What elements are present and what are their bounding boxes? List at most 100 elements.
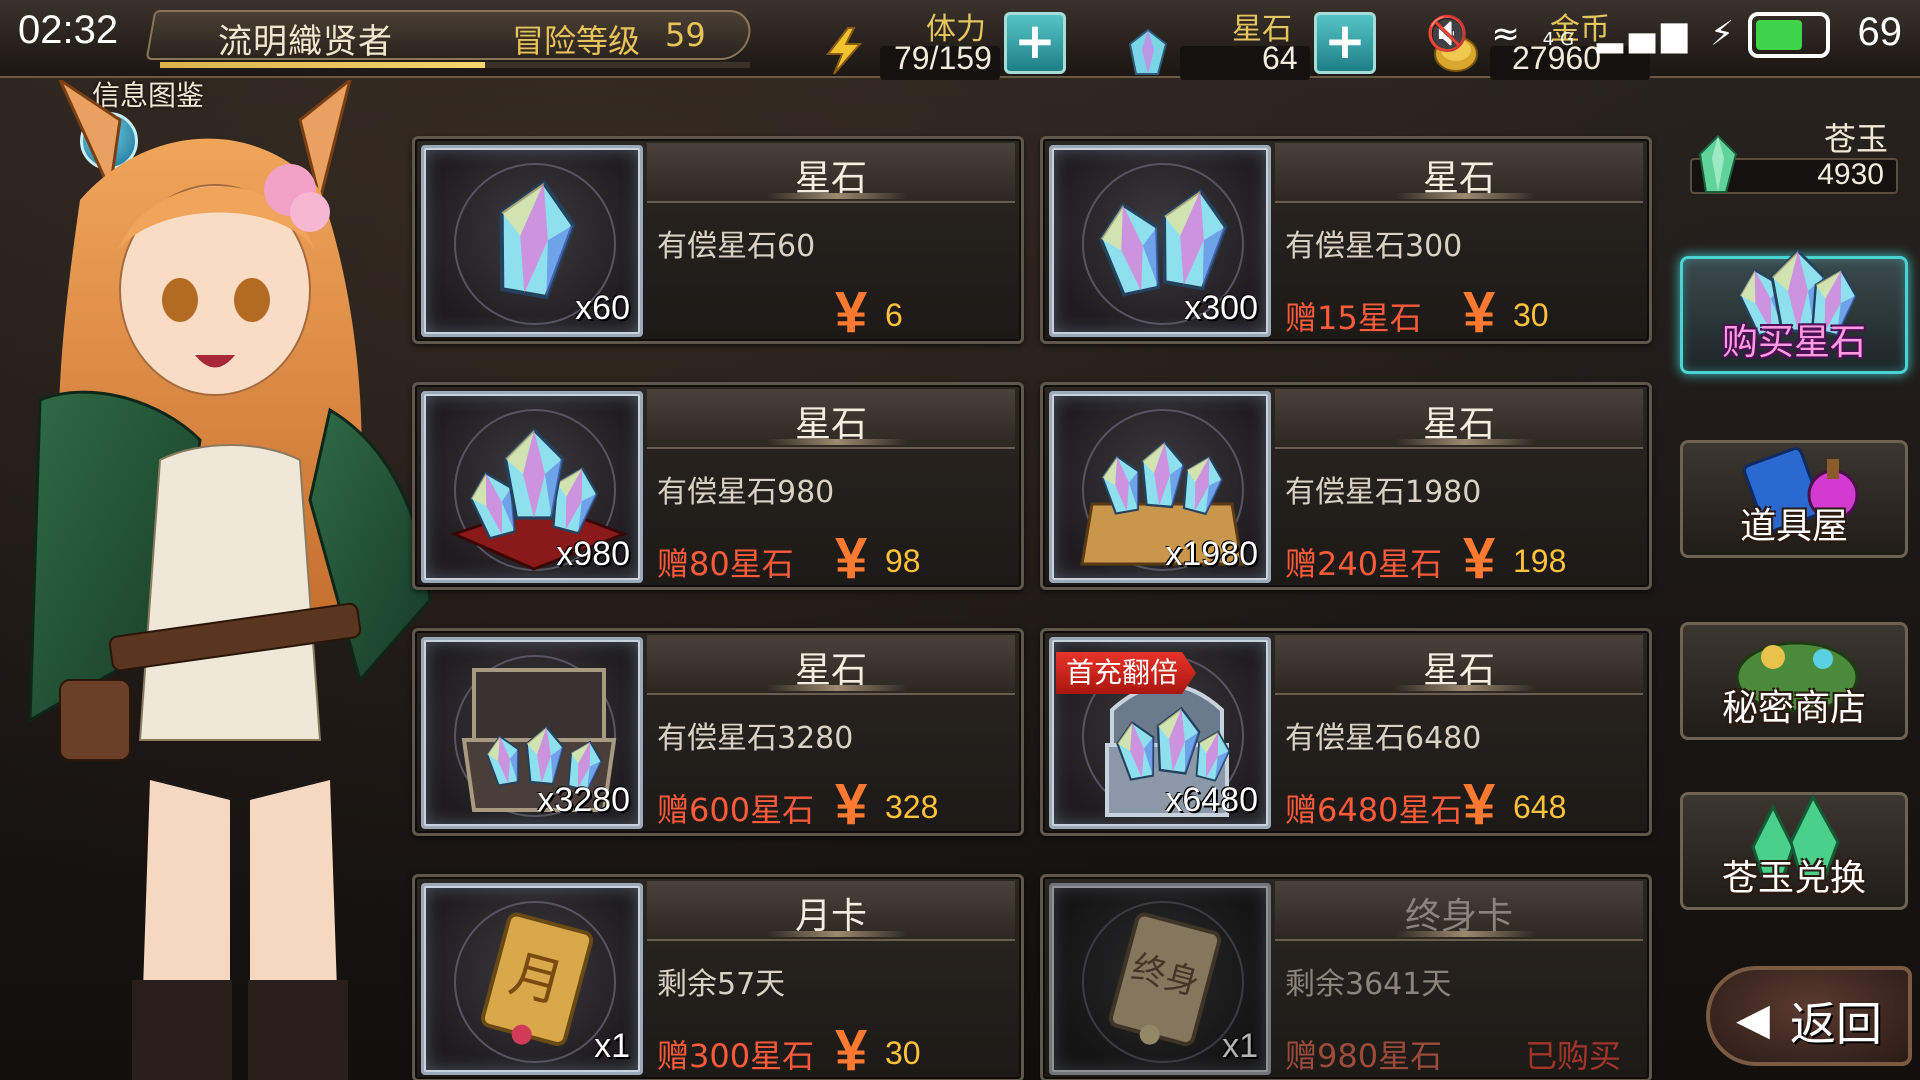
card-quantity: x6480	[1165, 781, 1258, 819]
card-bonus: 赠80星石	[657, 545, 794, 583]
clock: 02:32	[18, 8, 119, 52]
yen-icon: ¥	[835, 1018, 868, 1080]
card-quantity: x60	[575, 289, 630, 327]
card-description: 剩余3641天	[1285, 967, 1452, 1002]
title-ornament	[1395, 439, 1535, 445]
level-value: 59	[665, 16, 706, 54]
side-menu-item[interactable]: 购买星石	[1680, 248, 1908, 374]
card-description: 有偿星石300	[1285, 229, 1463, 264]
card-thumbnail: x980	[421, 391, 643, 583]
side-menu-item[interactable]: 道具屋	[1680, 440, 1908, 558]
mute-icon: 🔇	[1426, 14, 1475, 54]
card-price: 198	[1513, 543, 1567, 579]
shop-card[interactable]: x60 星石 有偿星石60 ¥ 6	[412, 136, 1024, 345]
side-menu-label: 苍玉兑换	[1721, 858, 1866, 899]
card-quantity: x1	[594, 1027, 630, 1065]
jade-value: 4930	[1817, 158, 1884, 191]
shop-card[interactable]: x1980 星石 有偿星石1980 赠240星石 ¥ 198	[1040, 382, 1652, 591]
card-thumbnail: x60	[421, 145, 643, 337]
yen-icon: ¥	[835, 280, 868, 345]
add-star-stone-button[interactable]: +	[1314, 12, 1376, 74]
exp-bar-fill	[160, 62, 485, 68]
side-menu-item[interactable]: 秘密商店	[1680, 622, 1908, 740]
card-bonus: 赠600星石	[657, 791, 815, 829]
character-illustration	[28, 80, 432, 1080]
card-bonus: 赠6480星石	[1285, 791, 1463, 829]
card-thumbnail: 月 x1	[421, 883, 643, 1075]
yen-icon: ¥	[1463, 280, 1496, 345]
signal-icon: ▂▄▆	[1596, 14, 1694, 54]
battery-icon	[1748, 12, 1830, 58]
star-stone-icon	[1128, 28, 1168, 75]
card-thumbnail: 终身 x1	[1049, 883, 1271, 1075]
card-quantity: x3280	[537, 781, 630, 819]
battery-level	[1756, 20, 1802, 50]
card-quantity: x1	[1222, 1027, 1258, 1065]
card-price: 648	[1513, 789, 1567, 825]
card-quantity: x1980	[1165, 535, 1258, 573]
card-bonus: 赠240星石	[1285, 545, 1443, 583]
stamina-value: 79/159	[894, 40, 992, 76]
card-description: 有偿星石60	[657, 229, 816, 264]
charging-icon: ⚡	[1710, 14, 1740, 54]
shop-card[interactable]: x300 星石 有偿星石300 赠15星石 ¥ 30	[1040, 136, 1652, 345]
level-label: 冒险等级	[512, 22, 641, 60]
purchased-status: 已购买	[1524, 1037, 1621, 1075]
card-description: 有偿星石3280	[657, 721, 854, 756]
title-ornament	[767, 685, 907, 691]
card-description: 剩余57天	[657, 967, 786, 1002]
star-stone-value: 64	[1262, 40, 1298, 76]
card-thumbnail: x3280	[421, 637, 643, 829]
first-purchase-badge: 首充翻倍	[1056, 652, 1197, 694]
add-stamina-button[interactable]: +	[1004, 12, 1066, 74]
side-menu-label: 购买星石	[1721, 322, 1866, 363]
network-type: 4G	[1542, 29, 1581, 50]
card-description: 有偿星石1980	[1285, 475, 1482, 510]
yen-icon: ¥	[1463, 526, 1496, 591]
card-price: 328	[885, 789, 939, 825]
title-ornament	[767, 439, 907, 445]
card-price: 6	[885, 297, 903, 333]
yen-icon: ¥	[835, 772, 868, 837]
shop-card[interactable]: x3280 星石 有偿星石3280 赠600星石 ¥ 328	[412, 628, 1024, 837]
title-ornament	[767, 931, 907, 937]
shop-card[interactable]: 终身 x1 终身卡 剩余3641天 赠980星石 已购买	[1040, 874, 1652, 1080]
card-thumbnail: 首充翻倍 x6480	[1049, 637, 1271, 829]
card-price: 30	[1513, 297, 1549, 333]
card-price: 30	[885, 1035, 921, 1071]
lightning-icon	[825, 27, 863, 75]
jade-gem-icon	[1698, 134, 1738, 193]
title-ornament	[1395, 193, 1535, 199]
side-menu-label: 秘密商店	[1721, 688, 1866, 729]
jade-label: 苍玉	[1823, 120, 1888, 158]
side-menu-item[interactable]: 苍玉兑换	[1680, 792, 1908, 910]
card-bonus: 赠300星石	[657, 1037, 815, 1075]
wifi-icon: ≈	[1491, 14, 1526, 54]
card-bonus: 赠980星石	[1285, 1037, 1443, 1075]
back-label: 返回	[1790, 997, 1882, 1051]
card-thumbnail: x1980	[1049, 391, 1271, 583]
jade-balance: 苍玉 4930	[1690, 114, 1898, 194]
card-description: 有偿星石6480	[1285, 721, 1482, 756]
shop-screen: 02:32 流明織贤者 冒险等级 59 体力 79/159 + 星石 64 + …	[0, 0, 1920, 1080]
card-thumbnail: x300	[1049, 145, 1271, 337]
battery-percent: 69	[1857, 10, 1903, 54]
title-ornament	[1395, 685, 1535, 691]
shop-card[interactable]: 首充翻倍 x6480 星石 有偿星石6480 赠6480星石 ¥ 648	[1040, 628, 1652, 837]
card-bonus: 赠15星石	[1285, 299, 1422, 337]
yen-icon: ¥	[1463, 772, 1496, 837]
shop-card[interactable]: 月 x1 月卡 剩余57天 赠300星石 ¥ 30	[412, 874, 1024, 1080]
player-name: 流明織贤者	[218, 22, 393, 62]
side-menu-label: 道具屋	[1739, 506, 1848, 547]
card-description: 有偿星石980	[657, 475, 835, 510]
top-bar: 02:32 流明織贤者 冒险等级 59 体力 79/159 + 星石 64 + …	[0, 0, 1920, 80]
card-price: 98	[885, 543, 921, 579]
system-status-icons: 🔇 ≈ 4G ▂▄▆ ⚡	[1426, 14, 1740, 54]
exp-bar	[160, 62, 750, 68]
title-ornament	[1395, 931, 1535, 937]
stamina-resource: 体力 79/159 +	[810, 4, 1070, 80]
back-button[interactable]: ◀ 返回	[1706, 966, 1912, 1066]
card-quantity: x300	[1184, 289, 1258, 327]
title-ornament	[767, 193, 907, 199]
shop-card[interactable]: x980 星石 有偿星石980 赠80星石 ¥ 98	[412, 382, 1024, 591]
